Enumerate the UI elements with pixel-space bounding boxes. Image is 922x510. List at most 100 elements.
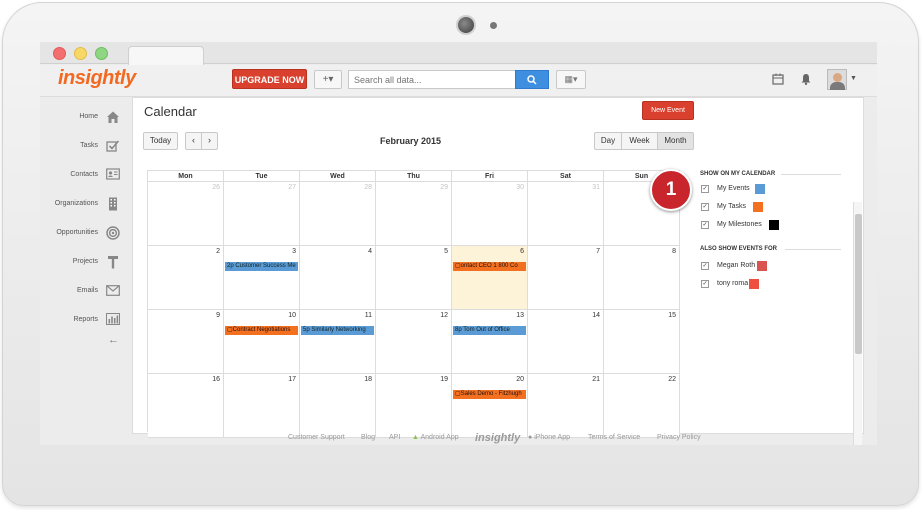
day-number: 8 bbox=[672, 248, 676, 255]
calendar-day-cell[interactable]: 29 bbox=[376, 182, 452, 246]
today-button[interactable]: Today bbox=[143, 132, 178, 150]
calendar-day-cell[interactable]: 11 5p Similarly Networking bbox=[300, 310, 376, 374]
calendar-event[interactable]: ▢ontact CEO 1 800 Co bbox=[453, 262, 526, 271]
calendar-day-cell[interactable]: 21 bbox=[528, 374, 604, 438]
day-header: Tue bbox=[224, 171, 300, 182]
collapse-sidebar-icon[interactable]: ← bbox=[108, 334, 119, 346]
calendar-event[interactable]: ▢Sales Demo - Fitzhugh bbox=[453, 390, 526, 399]
filter-my-events[interactable]: ✓ My Events bbox=[701, 184, 851, 195]
footer-link-terms[interactable]: Terms of Service bbox=[588, 434, 640, 441]
new-event-button[interactable]: New Event bbox=[642, 101, 694, 120]
calendar-day-cell[interactable]: 13 8p Tom Out of Office bbox=[452, 310, 528, 374]
browser-window: insightly UPGRADE NOW +▾ ▦▾ ▼ Home Tasks bbox=[40, 42, 877, 445]
footer-link-blog[interactable]: Blog bbox=[361, 434, 375, 441]
calendar-day-cell[interactable]: 2 bbox=[148, 246, 224, 310]
calendar-day-cell[interactable]: 5 bbox=[376, 246, 452, 310]
calendar-event[interactable]: 5p Similarly Networking bbox=[301, 326, 374, 335]
calendar-day-cell[interactable]: 7 bbox=[528, 246, 604, 310]
browser-chrome bbox=[40, 42, 877, 65]
footer-link-iphone-app[interactable]: ● iPhone App bbox=[528, 434, 570, 441]
chevron-down-icon[interactable]: ▼ bbox=[850, 75, 857, 82]
browser-tab[interactable] bbox=[128, 46, 204, 65]
calendar-event[interactable]: 8p Tom Out of Office bbox=[453, 326, 526, 335]
calendar-day-cell[interactable]: 8 bbox=[604, 246, 680, 310]
footer-link-api[interactable]: API bbox=[389, 434, 400, 441]
sidebar-item-reports[interactable]: Reports bbox=[40, 311, 130, 331]
sidebar-item-opportunities[interactable]: Opportunities bbox=[40, 224, 130, 244]
calendar-day-cell[interactable]: 15 bbox=[604, 310, 680, 374]
week-view-button[interactable]: Week bbox=[621, 132, 658, 150]
bell-icon[interactable] bbox=[800, 73, 812, 88]
add-new-button[interactable]: +▾ bbox=[314, 70, 342, 89]
calendar-day-cell[interactable]: 27 bbox=[224, 182, 300, 246]
avatar[interactable] bbox=[827, 69, 847, 90]
calendar-day-cell[interactable]: 4 bbox=[300, 246, 376, 310]
sidebar-item-tasks[interactable]: Tasks bbox=[40, 137, 130, 157]
calendar-day-cell[interactable]: 28 bbox=[300, 182, 376, 246]
day-number: 13 bbox=[516, 312, 524, 319]
checkbox[interactable]: ✓ bbox=[701, 280, 709, 288]
filter-user-tony-roma[interactable]: ✓ tony roma bbox=[701, 279, 851, 290]
scrollbar-thumb[interactable] bbox=[855, 214, 862, 354]
checkbox[interactable]: ✓ bbox=[701, 221, 709, 229]
maximize-window-button[interactable] bbox=[95, 47, 108, 60]
footer-link-privacy[interactable]: Privacy Policy bbox=[657, 434, 701, 441]
checkbox[interactable]: ✓ bbox=[701, 262, 709, 270]
footer-logo[interactable]: insightly bbox=[475, 432, 520, 444]
calendar-event[interactable]: 2p Customer Success Me bbox=[225, 262, 298, 271]
calendar-day-cell[interactable]: 14 bbox=[528, 310, 604, 374]
color-swatch[interactable] bbox=[749, 279, 759, 289]
minimize-window-button[interactable] bbox=[74, 47, 87, 60]
sensor-icon bbox=[490, 22, 497, 29]
calendar-day-cell[interactable]: 20 ▢Sales Demo - Fitzhugh bbox=[452, 374, 528, 438]
calendar-day-cell[interactable]: 30 bbox=[452, 182, 528, 246]
upgrade-now-button[interactable]: UPGRADE NOW bbox=[232, 69, 307, 89]
previous-month-button[interactable]: ‹ bbox=[185, 132, 202, 150]
scrollbar[interactable] bbox=[853, 202, 862, 445]
calendar-day-cell[interactable]: 12 bbox=[376, 310, 452, 374]
filter-my-milestones[interactable]: ✓ My Milestones bbox=[701, 220, 851, 231]
sidebar-item-projects[interactable]: Projects bbox=[40, 253, 130, 273]
checkbox[interactable]: ✓ bbox=[701, 203, 709, 211]
calendar-day-cell[interactable]: 18 bbox=[300, 374, 376, 438]
calendar-day-cell[interactable]: 9 bbox=[148, 310, 224, 374]
sidebar-item-label: Reports bbox=[73, 316, 98, 323]
calendar-icon[interactable] bbox=[772, 73, 784, 88]
day-number: 18 bbox=[364, 376, 372, 383]
sidebar-item-organizations[interactable]: Organizations bbox=[40, 195, 130, 215]
color-swatch[interactable] bbox=[755, 184, 765, 194]
month-view-button[interactable]: Month bbox=[657, 132, 694, 150]
color-swatch[interactable] bbox=[753, 202, 763, 212]
filter-user-megan-roth[interactable]: ✓ Megan Roth bbox=[701, 261, 851, 272]
sidebar-item-home[interactable]: Home bbox=[40, 108, 130, 128]
calendar-day-cell[interactable]: 31 bbox=[528, 182, 604, 246]
calendar-event[interactable]: ▢Contract Negotiations bbox=[225, 326, 298, 335]
footer-link-android-app[interactable]: ▲ Android App bbox=[412, 434, 459, 441]
day-number: 3 bbox=[292, 248, 296, 255]
checkbox[interactable]: ✓ bbox=[701, 185, 709, 193]
calendar-day-cell[interactable]: 6 ▢ontact CEO 1 800 Co bbox=[452, 246, 528, 310]
day-view-button[interactable]: Day bbox=[594, 132, 622, 150]
view-switcher-button[interactable]: ▦▾ bbox=[556, 70, 586, 89]
color-swatch[interactable] bbox=[769, 220, 779, 230]
day-number: 22 bbox=[668, 376, 676, 383]
calendar-day-cell[interactable]: 3 2p Customer Success Me bbox=[224, 246, 300, 310]
color-swatch[interactable] bbox=[757, 261, 767, 271]
insightly-logo[interactable]: insightly bbox=[58, 67, 136, 90]
footer-link-customer-support[interactable]: Customer Support bbox=[288, 434, 345, 441]
filter-my-tasks[interactable]: ✓ My Tasks bbox=[701, 202, 851, 213]
day-number: 27 bbox=[288, 184, 296, 191]
search-button[interactable] bbox=[515, 70, 549, 89]
calendar-panel: Calendar New Event Today ‹ › February 20… bbox=[132, 97, 864, 438]
calendar-day-cell[interactable]: 16 bbox=[148, 374, 224, 438]
close-window-button[interactable] bbox=[53, 47, 66, 60]
calendar-day-cell[interactable]: 22 bbox=[604, 374, 680, 438]
calendar-day-cell[interactable]: 26 bbox=[148, 182, 224, 246]
calendar-day-cell[interactable]: 17 bbox=[224, 374, 300, 438]
sidebar-item-emails[interactable]: Emails bbox=[40, 282, 130, 302]
sidebar-item-contacts[interactable]: Contacts bbox=[40, 166, 130, 186]
next-month-button[interactable]: › bbox=[201, 132, 218, 150]
search-input[interactable] bbox=[348, 70, 516, 89]
calendar-day-cell[interactable]: 10 ▢Contract Negotiations bbox=[224, 310, 300, 374]
calendar-day-cell[interactable]: 19 bbox=[376, 374, 452, 438]
